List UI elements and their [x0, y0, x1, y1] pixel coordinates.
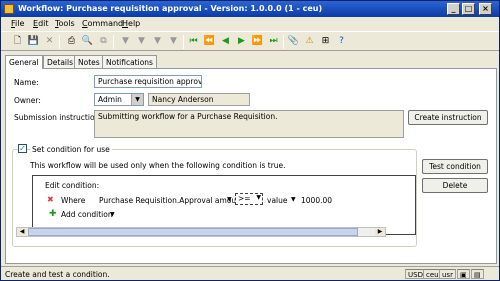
print-preview-icon[interactable]: 🔍 [81, 35, 94, 48]
filter-icon[interactable]: ▼ [119, 35, 132, 48]
menu-help[interactable]: Help [122, 19, 140, 28]
where-label: Where [61, 196, 86, 205]
next-record-icon[interactable]: ▶ [235, 35, 248, 48]
name-label: Name: [14, 78, 39, 87]
owner-name-field: Nancy Anderson [148, 93, 250, 106]
user-indicator[interactable]: usr [439, 269, 456, 279]
previous-page-icon[interactable]: ⏪ [203, 35, 216, 48]
condition-description: This workflow will be used only when the… [30, 161, 286, 170]
remove-condition-icon[interactable]: ✖ [47, 195, 54, 204]
add-condition-chevron-down-icon[interactable]: ▼ [110, 211, 115, 218]
value-type[interactable]: value [267, 196, 288, 205]
condition-editor: Edit condition: ✖ Where Purchase Requisi… [32, 175, 416, 235]
menu-tools[interactable]: Tools [55, 19, 75, 28]
owner-label: Owner: [14, 96, 41, 105]
field-chevron-down-icon[interactable]: ▼ [227, 196, 232, 203]
scroll-right-icon[interactable]: ▶ [375, 228, 385, 236]
scroll-thumb[interactable] [28, 228, 358, 236]
general-panel: Name: Purchase requisition approval Owne… [5, 68, 497, 264]
first-record-icon[interactable]: ⏮ [187, 35, 200, 48]
horizontal-scrollbar[interactable]: ◀ ▶ [16, 227, 386, 237]
previous-record-icon[interactable]: ◀ [219, 35, 232, 48]
minimize-button[interactable]: _ [447, 3, 460, 15]
title-bar: Workflow: Purchase requisition approval … [1, 1, 499, 17]
toolbar-separator [183, 35, 184, 49]
menu-edit[interactable]: Edit [33, 19, 49, 28]
operator-select[interactable]: >= ▼ [235, 193, 263, 205]
operator-chevron-down-icon[interactable]: ▼ [256, 194, 261, 201]
value-type-chevron-down-icon[interactable]: ▼ [291, 196, 296, 203]
toolbar-separator [59, 35, 60, 49]
last-record-icon[interactable]: ⏭ [267, 35, 280, 48]
toolbar-separator [113, 35, 114, 49]
test-condition-button[interactable]: Test condition [422, 159, 488, 174]
filter-by-selection-icon[interactable]: ▼ [151, 35, 164, 48]
document-handling-icon[interactable]: 📎 [287, 35, 300, 48]
tab-notes[interactable]: Notes [74, 55, 104, 68]
close-button[interactable]: × [479, 3, 492, 15]
maximize-button[interactable]: □ [462, 3, 475, 15]
add-icon[interactable]: ✚ [49, 209, 57, 219]
edit-condition-label: Edit condition: [45, 181, 100, 190]
next-page-icon[interactable]: ⏩ [251, 35, 264, 48]
delete-icon[interactable]: ✕ [43, 35, 56, 48]
scroll-left-icon[interactable]: ◀ [17, 228, 27, 236]
attach-icon[interactable]: ⧉ [97, 35, 110, 48]
print-icon[interactable]: ⎙ [65, 35, 78, 48]
tab-notifications[interactable]: Notifications [102, 55, 157, 68]
window-title: Workflow: Purchase requisition approval … [18, 4, 323, 13]
set-condition-checkbox[interactable]: ✓ [18, 144, 27, 153]
operator-value: >= [238, 194, 251, 203]
add-condition-label[interactable]: Add condition [61, 210, 113, 219]
remove-filter-icon[interactable]: ▼ [167, 35, 180, 48]
instructions-field[interactable]: Submitting workflow for a Purchase Requi… [94, 110, 404, 138]
app-icon [4, 4, 14, 14]
help-icon[interactable]: ? [335, 35, 348, 48]
name-field[interactable]: Purchase requisition approval [94, 75, 202, 88]
status-bar: Create and test a condition. USD ceu usr… [1, 266, 499, 280]
tab-details[interactable]: Details [43, 55, 78, 68]
create-instruction-button[interactable]: Create instruction [408, 110, 488, 125]
condition-field-name[interactable]: Purchase Requisition.Approval amount [99, 196, 244, 205]
close-status-icon[interactable]: ▤ [471, 269, 484, 279]
owner-value: Admin [98, 95, 122, 104]
alert-icon[interactable]: ⚠ [303, 35, 316, 48]
tab-general[interactable]: General [5, 55, 43, 69]
menu-file[interactable]: File [11, 19, 24, 28]
owner-select[interactable]: Admin ▼ [94, 93, 144, 106]
advanced-filter-icon[interactable]: ▼ [135, 35, 148, 48]
instructions-label: Submission instructions: [14, 113, 106, 122]
toolbar: 🗋 💾 ✕ ⎙ 🔍 ⧉ ▼ ▼ ▼ ▼ ⏮ ⏪ ◀ ▶ ⏩ ⏭ 📎 ⚠ ⊞ ? [1, 31, 499, 51]
lookup-icon[interactable]: ⊞ [319, 35, 332, 48]
condition-value[interactable]: 1000.00 [301, 196, 332, 205]
menu-bar: File Edit Tools Command Help [1, 17, 499, 31]
new-icon[interactable]: 🗋 [11, 35, 24, 48]
delete-button[interactable]: Delete [422, 178, 488, 193]
chevron-down-icon[interactable]: ▼ [131, 94, 143, 105]
save-icon[interactable]: 💾 [27, 35, 40, 48]
status-message: Create and test a condition. [5, 270, 110, 279]
menu-command[interactable]: Command [82, 19, 123, 28]
workflow-window: Workflow: Purchase requisition approval … [0, 0, 500, 281]
status-icon[interactable]: ▣ [457, 269, 470, 279]
set-condition-label: Set condition for use [30, 145, 112, 154]
toolbar-separator [283, 35, 284, 49]
